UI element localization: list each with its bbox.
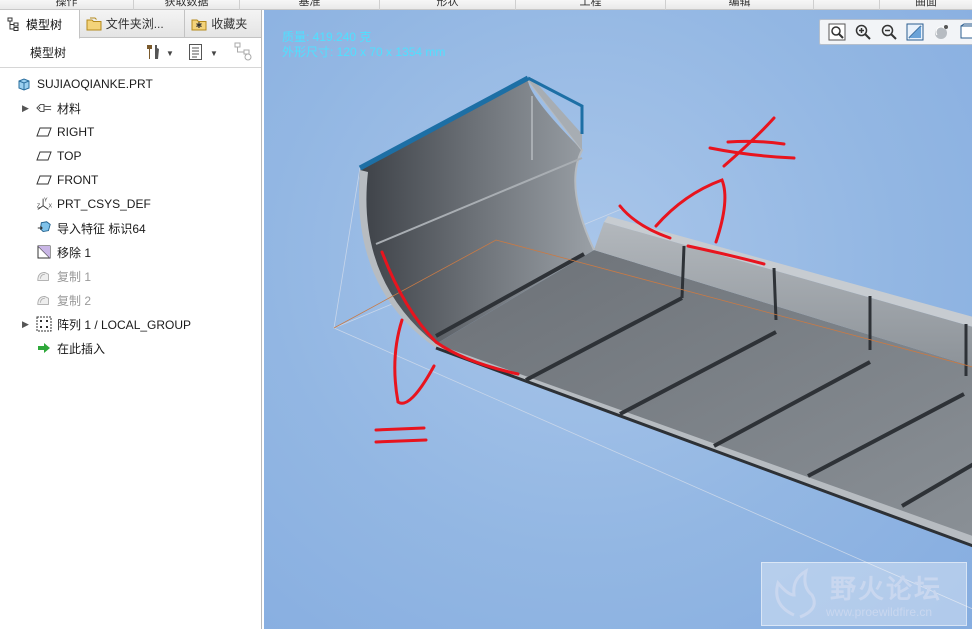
copy-icon bbox=[36, 268, 52, 284]
graphics-viewport[interactable]: 质量: 419.240 克 外形尺寸: 120 x 70 x 1354 mm 野… bbox=[264, 10, 972, 629]
tree-show-button[interactable]: ▼ bbox=[188, 43, 218, 63]
folder-icon bbox=[86, 16, 102, 32]
tree-item-pattern[interactable]: ▶ 阵列 1 / LOCAL_GROUP bbox=[0, 312, 261, 336]
tree-item-right[interactable]: RIGHT bbox=[0, 120, 261, 144]
chevron-down-icon: ▼ bbox=[166, 48, 174, 58]
favorites-icon: ✱ bbox=[191, 16, 207, 32]
wildfire-logo-icon bbox=[775, 567, 816, 619]
svg-text:X: X bbox=[48, 204, 52, 210]
refit-button[interactable] bbox=[826, 21, 848, 43]
tab-favorites[interactable]: ✱ 收藏夹 bbox=[185, 10, 261, 37]
tree-item-copy-2[interactable]: 复制 2 bbox=[0, 288, 261, 312]
tab-model-tree[interactable]: 模型树 bbox=[0, 10, 80, 39]
ribbon-group-surfaces[interactable]: 曲面 bbox=[880, 0, 972, 10]
model-tree-icon bbox=[6, 16, 22, 32]
ribbon-group-datum[interactable]: 基准 bbox=[240, 0, 380, 10]
model-3d-view[interactable] bbox=[264, 10, 972, 629]
mass-readout: 质量: 419.240 克 bbox=[282, 30, 372, 44]
svg-text:Z: Z bbox=[37, 204, 41, 210]
zoom-out-button[interactable] bbox=[878, 21, 900, 43]
tree-item-copy-1[interactable]: 复制 1 bbox=[0, 264, 261, 288]
tree-item-front[interactable]: FRONT bbox=[0, 168, 261, 192]
repaint-button[interactable] bbox=[904, 21, 926, 43]
tab-folder-browser[interactable]: 文件夹浏... bbox=[80, 10, 186, 37]
tree-item-top[interactable]: TOP bbox=[0, 144, 261, 168]
dimensions-readout: 外形尺寸: 120 x 70 x 1354 mm bbox=[282, 45, 446, 59]
ribbon-group-shapes[interactable]: 形状 bbox=[380, 0, 516, 10]
copy-icon bbox=[36, 292, 52, 308]
zoom-in-button[interactable] bbox=[852, 21, 874, 43]
zoom-out-icon bbox=[881, 24, 897, 40]
ribbon-group-blank[interactable] bbox=[814, 0, 880, 10]
remove-icon bbox=[36, 244, 52, 260]
zoom-in-icon bbox=[855, 24, 871, 40]
filter-tree-icon bbox=[234, 42, 254, 65]
chevron-down-icon: ▼ bbox=[210, 48, 218, 58]
model-tree: SUJIAOQIANKE.PRT ▶ 材料 RIGHT TOP FRONT Y … bbox=[0, 68, 261, 360]
svg-text:✱: ✱ bbox=[196, 21, 203, 30]
import-feature-icon bbox=[36, 220, 52, 236]
navigator-panel: 模型树 文件夹浏... ✱ 收藏夹 模型树 ▼ ▼ SUJIAOQIANKE.P… bbox=[0, 10, 262, 629]
tree-item-material[interactable]: ▶ 材料 bbox=[0, 96, 261, 120]
tree-item-import-feature[interactable]: 导入特征 标识64 bbox=[0, 216, 261, 240]
datum-plane-icon bbox=[36, 172, 52, 188]
part-icon bbox=[16, 76, 32, 92]
tree-settings-button[interactable]: ▼ bbox=[144, 43, 174, 63]
saved-views-icon bbox=[960, 23, 972, 39]
material-icon bbox=[36, 100, 52, 116]
csys-icon: YX Z bbox=[36, 196, 52, 212]
datum-plane-icon bbox=[36, 124, 52, 140]
insert-here-icon bbox=[36, 340, 52, 356]
navigator-tabs: 模型树 文件夹浏... ✱ 收藏夹 bbox=[0, 10, 261, 39]
ribbon-group-engineering[interactable]: 工程 bbox=[516, 0, 666, 10]
svg-text:Y: Y bbox=[44, 197, 48, 203]
list-icon bbox=[188, 43, 204, 64]
ribbon-group-edit[interactable]: 编辑 bbox=[666, 0, 814, 10]
model-tree-title: 模型树 bbox=[30, 46, 67, 60]
refit-icon bbox=[828, 23, 846, 41]
ribbon-group-operations[interactable]: 操作 bbox=[0, 0, 134, 10]
model-tree-toolbar: 模型树 ▼ ▼ bbox=[0, 38, 261, 68]
tree-filter-button[interactable] bbox=[234, 42, 254, 65]
expand-arrow-icon[interactable]: ▶ bbox=[22, 103, 30, 113]
tools-icon bbox=[144, 43, 162, 64]
tree-item-csys[interactable]: YXZ PRT_CSYS_DEF bbox=[0, 192, 261, 216]
expand-arrow-icon[interactable]: ▶ bbox=[22, 319, 30, 329]
datum-plane-icon bbox=[36, 148, 52, 164]
tree-item-remove[interactable]: 移除 1 bbox=[0, 240, 261, 264]
repaint-icon bbox=[906, 23, 924, 41]
saved-views-button[interactable] bbox=[956, 21, 972, 43]
view-toolbar bbox=[819, 19, 972, 45]
model-info-overlay: 质量: 419.240 克 外形尺寸: 120 x 70 x 1354 mm bbox=[282, 30, 445, 60]
ribbon-group-bar: 操作 获取数据 基准 形状 工程 编辑 曲面 bbox=[0, 0, 972, 10]
forum-watermark: 野火论坛 www.proewildfire.cn bbox=[761, 562, 967, 626]
display-style-button[interactable] bbox=[930, 21, 952, 43]
tree-item-insert-here[interactable]: 在此插入 bbox=[0, 336, 261, 360]
ribbon-group-get-data[interactable]: 获取数据 bbox=[134, 0, 240, 10]
pattern-icon bbox=[36, 316, 52, 332]
display-style-icon bbox=[935, 25, 948, 39]
tree-item-part[interactable]: SUJIAOQIANKE.PRT bbox=[0, 72, 261, 96]
